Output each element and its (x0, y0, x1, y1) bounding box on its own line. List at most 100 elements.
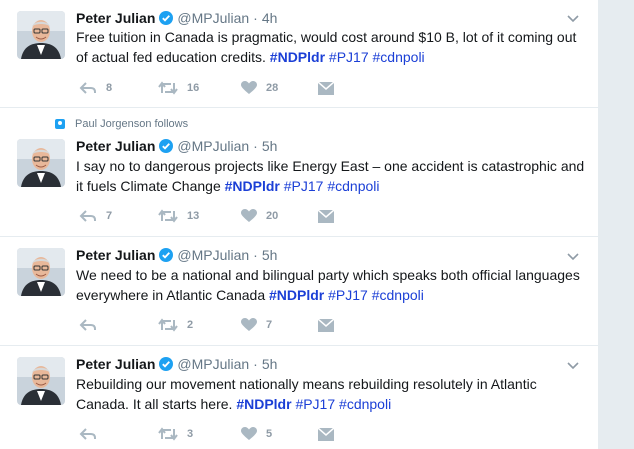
retweet-button[interactable]: 13 (158, 207, 199, 225)
tweet[interactable]: Peter Julian @MPJulian · 4h Free tuition… (0, 0, 598, 108)
retweet-icon (158, 209, 178, 223)
author-name[interactable]: Peter Julian (76, 356, 155, 372)
like-button[interactable]: 7 (241, 316, 272, 334)
retweet-icon (158, 81, 178, 95)
envelope-icon (318, 209, 334, 223)
retweet-button[interactable]: 16 (158, 79, 199, 97)
like-count: 5 (266, 428, 273, 440)
direct-message-button[interactable] (318, 207, 334, 225)
direct-message-button[interactable] (318, 79, 334, 97)
retweet-count: 2 (187, 319, 194, 331)
tweet-header: Peter Julian @MPJulian · 5h (76, 354, 277, 374)
social-context-text[interactable]: Paul Jorgenson follows (75, 118, 188, 130)
tweet-body: Free tuition in Canada is pragmatic, wou… (76, 29, 577, 65)
separator-dot: · (253, 10, 258, 26)
like-count: 7 (266, 319, 273, 331)
author-name[interactable]: Peter Julian (76, 10, 155, 26)
hashtag[interactable]: #NDPldr (236, 396, 291, 412)
hashtag[interactable]: #cdnpoli (339, 396, 391, 412)
separator-dot: · (253, 356, 258, 372)
envelope-icon (318, 427, 334, 441)
hashtag[interactable]: #NDPldr (270, 49, 325, 65)
reply-icon (79, 319, 96, 331)
hashtag[interactable]: #NDPldr (225, 178, 280, 194)
chevron-down-icon[interactable] (566, 11, 580, 25)
avatar-photo (17, 248, 65, 296)
author-handle[interactable]: @MPJulian (177, 356, 249, 372)
tweet[interactable]: Paul Jorgenson follows Peter Julian @MPJ… (0, 108, 598, 237)
reply-button[interactable]: 7 (79, 207, 112, 225)
chevron-down-icon[interactable] (566, 249, 580, 263)
tweet-text: We need to be a national and bilingual p… (76, 265, 588, 305)
like-count: 20 (266, 210, 279, 222)
verified-badge-icon (159, 248, 174, 262)
author-handle[interactable]: @MPJulian (177, 247, 249, 263)
hashtag[interactable]: #PJ17 (328, 287, 368, 303)
verified-badge-icon (159, 11, 174, 25)
reply-icon (79, 210, 96, 222)
direct-message-button[interactable] (318, 425, 334, 443)
avatar[interactable] (17, 248, 65, 296)
hashtag[interactable]: #NDPldr (269, 287, 324, 303)
tweet-header: Peter Julian @MPJulian · 4h (76, 8, 277, 28)
timestamp[interactable]: 5h (262, 138, 278, 154)
retweet-icon (158, 318, 178, 332)
like-button[interactable]: 5 (241, 425, 272, 443)
tweet-header: Peter Julian @MPJulian · 5h (76, 136, 277, 156)
verified-badge-icon (159, 357, 174, 371)
verified-badge-icon (159, 139, 174, 153)
reply-button[interactable] (79, 425, 106, 443)
chevron-down-icon[interactable] (566, 358, 580, 372)
reply-count: 7 (106, 210, 113, 222)
social-context: Paul Jorgenson follows (55, 118, 188, 130)
hashtag[interactable]: #cdnpoli (327, 178, 379, 194)
avatar[interactable] (17, 11, 65, 59)
heart-icon (241, 427, 257, 440)
author-handle[interactable]: @MPJulian (177, 138, 249, 154)
envelope-icon (318, 318, 334, 332)
reply-button[interactable] (79, 316, 106, 334)
tweet[interactable]: Peter Julian @MPJulian · 5h Rebuilding o… (0, 346, 598, 449)
author-name[interactable]: Peter Julian (76, 247, 155, 263)
retweet-button[interactable]: 2 (158, 316, 193, 334)
reply-button[interactable]: 8 (79, 79, 112, 97)
author-handle[interactable]: @MPJulian (177, 10, 249, 26)
avatar-photo (17, 139, 65, 187)
heart-icon (241, 318, 257, 331)
avatar-photo (17, 11, 65, 59)
avatar[interactable] (17, 357, 65, 405)
envelope-icon (318, 81, 334, 95)
retweet-button[interactable]: 3 (158, 425, 193, 443)
timestamp[interactable]: 5h (262, 356, 278, 372)
heart-icon (241, 209, 257, 222)
avatar-photo (17, 357, 65, 405)
like-button[interactable]: 28 (241, 79, 278, 97)
reply-icon (79, 428, 96, 440)
hashtag[interactable]: #PJ17 (284, 178, 324, 194)
separator-dot: · (253, 247, 258, 263)
author-name[interactable]: Peter Julian (76, 138, 155, 154)
tweet-text: Rebuilding our movement nationally means… (76, 374, 588, 414)
tweet-text: I say no to dangerous projects like Ener… (76, 156, 588, 196)
retweet-count: 16 (187, 82, 200, 94)
retweet-count: 3 (187, 428, 194, 440)
timeline: Peter Julian @MPJulian · 4h Free tuition… (0, 0, 599, 449)
hashtag[interactable]: #PJ17 (295, 396, 335, 412)
reply-count: 8 (106, 82, 113, 94)
hashtag[interactable]: #PJ17 (329, 49, 369, 65)
hashtag[interactable]: #cdnpoli (372, 287, 424, 303)
reply-icon (79, 82, 96, 94)
hashtag[interactable]: #cdnpoli (373, 49, 425, 65)
retweet-icon (158, 427, 178, 441)
timestamp[interactable]: 4h (262, 10, 278, 26)
retweet-count: 13 (187, 210, 200, 222)
timestamp[interactable]: 5h (262, 247, 278, 263)
like-button[interactable]: 20 (241, 207, 278, 225)
like-count: 28 (266, 82, 279, 94)
person-follow-icon (55, 119, 65, 129)
tweet-header: Peter Julian @MPJulian · 5h (76, 245, 277, 265)
separator-dot: · (253, 138, 258, 154)
direct-message-button[interactable] (318, 316, 334, 334)
avatar[interactable] (17, 139, 65, 187)
tweet[interactable]: Peter Julian @MPJulian · 5h We need to b… (0, 237, 598, 346)
